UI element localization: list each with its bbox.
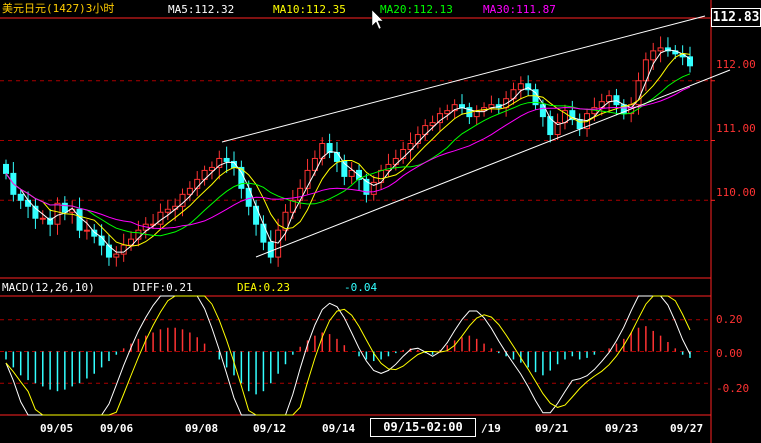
candle-body [164, 208, 171, 213]
candle-body [223, 157, 230, 162]
cursor-time-tooltip: 09/15-02:00 [370, 418, 476, 437]
ma20-label: MA20:112.13 [380, 3, 453, 16]
x-label-0914: 09/14 [322, 422, 356, 435]
candle-body [297, 187, 304, 201]
candle-body [17, 193, 24, 201]
ma30-line [5, 86, 691, 230]
ma20-line [5, 73, 691, 237]
macd-name: MACD(12,26,10) [2, 281, 95, 294]
last-price-badge: 112.83 [711, 8, 761, 27]
candle-body [25, 199, 32, 207]
candle-body [253, 205, 260, 225]
y-tick-110: 110.00 [716, 186, 756, 199]
candle-body [3, 163, 9, 174]
candle-body [613, 95, 620, 106]
ma5-line [5, 49, 691, 253]
candle-body [547, 116, 554, 136]
candle-body [275, 229, 282, 258]
ma10-label: MA10:112.35 [273, 3, 346, 16]
chart-canvas [0, 0, 731, 443]
candle-body [333, 151, 340, 162]
ma5-label: MA5:112.32 [168, 3, 235, 16]
candle-body [76, 208, 83, 231]
candle-body [157, 211, 164, 225]
y-tick-111: 111.00 [716, 122, 756, 135]
candle-body [444, 110, 451, 115]
candle-body [83, 229, 90, 232]
candle-body [39, 217, 46, 220]
macd-tick-neg: -0.20 [716, 382, 750, 395]
ma30-label: MA30:111.87 [483, 3, 556, 16]
symbol-title: 美元日元(1427)3小时 [2, 2, 115, 15]
macd-diff: DIFF:0.21 [133, 281, 193, 294]
macd-value: -0.04 [344, 281, 378, 294]
candle-body [606, 95, 613, 103]
candle-body [650, 50, 657, 61]
y-tick-112: 112.00 [716, 58, 756, 71]
candle-body [267, 241, 274, 258]
x-label-0906: 09/06 [100, 422, 134, 435]
x-label-0919: /19 [481, 422, 501, 435]
candle-body [429, 122, 436, 127]
channel-upper-line [221, 15, 706, 143]
candle-body [657, 47, 664, 52]
candle-body [120, 244, 127, 255]
candle-body [517, 83, 524, 91]
candle-body [208, 166, 215, 171]
candle-body [54, 202, 61, 225]
channel-lower-line [255, 69, 731, 258]
chart-window: 美元日元(1427)3小时 MA5:112.32 MA10:112.35 MA2… [0, 0, 761, 443]
candle-body [113, 253, 120, 258]
macd-tick-pos: 0.20 [716, 313, 743, 326]
x-label-0927: 09/27 [670, 422, 704, 435]
macd-tick-zero: 0.00 [716, 347, 743, 360]
x-label-0923: 09/23 [605, 422, 639, 435]
candle-body [260, 223, 267, 243]
x-label-0921: 09/21 [535, 422, 569, 435]
candle-body [61, 202, 68, 213]
x-label-0905: 09/05 [40, 422, 74, 435]
x-label-0908: 09/08 [185, 422, 219, 435]
macd-dea: DEA:0.23 [237, 281, 290, 294]
x-label-0912: 09/12 [253, 422, 287, 435]
candle-body [392, 157, 399, 165]
